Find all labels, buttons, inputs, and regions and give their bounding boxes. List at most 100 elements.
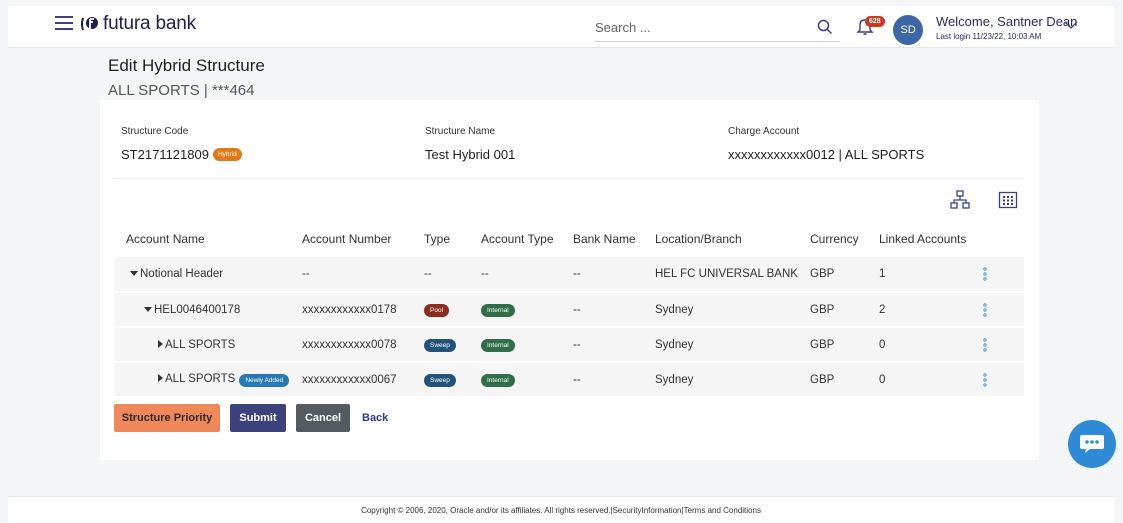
location: Sydney <box>655 303 694 316</box>
newly-added-tag: Newly Added <box>239 373 290 387</box>
col-currency: Currency <box>810 232 859 246</box>
table-row[interactable]: ALL SPORTS xxxxxxxxxxxx0078 Sweep Intern… <box>114 327 1024 362</box>
internal-tag: Internal <box>481 373 515 387</box>
row-actions-cell[interactable] <box>979 362 1024 397</box>
footer-text: Copyright © 2006, 2020, Oracle and/or it… <box>361 506 761 515</box>
grid-icon[interactable] <box>998 190 1018 210</box>
account-name: ALL SPORTS <box>165 338 236 351</box>
account-name-cell[interactable]: ALL SPORTS Newly Added <box>114 362 302 397</box>
account-name-cell[interactable]: HEL0046400178 <box>114 292 302 327</box>
last-login-text: Last login 11/23/22, 10:03 AM <box>936 32 1042 41</box>
hamburger-icon[interactable] <box>55 16 73 30</box>
location: HEL FC UNIVERSAL BANK <box>655 268 798 280</box>
structure-name-label: Structure Name <box>425 126 496 137</box>
col-linked-accounts: Linked Accounts <box>879 232 967 246</box>
sweep-tag: Sweep <box>424 373 456 387</box>
account-name-cell[interactable]: ALL SPORTS <box>114 327 302 362</box>
structure-code-text: ST2171121809 <box>121 147 209 162</box>
table-row[interactable]: Notional Header -- -- -- -- HEL FC UNIVE… <box>114 257 1024 292</box>
linked-accounts: 2 <box>879 303 886 316</box>
footer: Copyright © 2006, 2020, Oracle and/or it… <box>8 496 1114 523</box>
search-input[interactable] <box>595 16 805 38</box>
account-number: xxxxxxxxxxxx0178 <box>302 303 397 316</box>
structure-priority-button[interactable]: Structure Priority <box>114 404 220 432</box>
row-actions-cell[interactable] <box>979 292 1024 327</box>
col-location: Location/Branch <box>655 232 742 246</box>
account-name: ALL SPORTS <box>165 372 236 385</box>
hierarchy-icon[interactable] <box>950 190 970 210</box>
col-actions <box>979 221 1024 257</box>
page-title: Edit Hybrid Structure <box>108 56 265 75</box>
currency: GBP <box>810 373 835 386</box>
caret-down-icon[interactable] <box>130 271 138 276</box>
account-type-cell: Internal <box>481 362 573 397</box>
brand-name: futura bank <box>103 13 196 34</box>
kebab-icon[interactable] <box>983 337 987 352</box>
currency: GBP <box>810 268 835 280</box>
account-number: xxxxxxxxxxxx0078 <box>302 338 397 351</box>
chat-icon <box>1080 435 1104 453</box>
search-icon[interactable] <box>816 18 834 36</box>
account-type: -- <box>481 268 489 280</box>
welcome-text: Welcome, Santner Dean <box>936 14 1078 29</box>
kebab-icon[interactable] <box>983 302 987 317</box>
caret-right-icon[interactable] <box>158 339 163 348</box>
bank-name: -- <box>573 303 581 316</box>
back-link[interactable]: Back <box>362 404 388 432</box>
internal-tag: Internal <box>481 338 515 352</box>
structure-code-label: Structure Code <box>121 126 189 137</box>
page-subtitle: ALL SPORTS | ***464 <box>108 82 255 99</box>
account-name-cell[interactable]: Notional Header <box>114 257 302 292</box>
row-actions-cell[interactable] <box>979 257 1024 292</box>
account-name: Notional Header <box>140 268 224 280</box>
col-account-name: Account Name <box>126 232 205 246</box>
charge-account-label: Charge Account <box>728 126 800 137</box>
caret-right-icon[interactable] <box>158 373 163 382</box>
location: Sydney <box>655 373 694 386</box>
row-actions-cell[interactable] <box>979 327 1024 362</box>
linked-accounts: 0 <box>879 338 886 351</box>
notification-badge: 628 <box>865 16 885 27</box>
structure-card: Structure Code ST2171121809 Hybrid Struc… <box>100 100 1039 460</box>
col-account-type: Account Type <box>481 232 554 246</box>
submit-button[interactable]: Submit <box>230 404 286 432</box>
brand-logo[interactable]: futura bank <box>80 13 196 35</box>
futura-logo-icon <box>81 17 98 31</box>
type-cell: Sweep <box>424 362 481 397</box>
kebab-icon[interactable] <box>983 267 987 281</box>
caret-down-icon[interactable] <box>144 306 152 312</box>
bank-name: -- <box>573 268 581 280</box>
account-type-cell: Internal <box>481 327 573 362</box>
col-account-number: Account Number <box>302 232 392 246</box>
search-bar <box>595 16 840 42</box>
table-row[interactable]: HEL0046400178 xxxxxxxxxxxx0178 Pool Inte… <box>114 292 1024 327</box>
linked-accounts: 1 <box>879 268 886 280</box>
type-cell: Pool <box>424 292 481 327</box>
chevron-down-icon[interactable] <box>1064 20 1078 30</box>
currency: GBP <box>810 338 835 351</box>
pool-tag: Pool <box>424 303 450 317</box>
top-header: futura bank 628 SD Welcome, Santner Dean… <box>8 6 1114 48</box>
col-bank-name: Bank Name <box>573 232 636 246</box>
type-cell: Sweep <box>424 327 481 362</box>
chat-button[interactable] <box>1068 420 1116 468</box>
bank-name: -- <box>573 338 581 351</box>
user-menu[interactable]: Welcome, Santner Dean Last login 11/23/2… <box>936 14 1077 41</box>
cancel-button[interactable]: Cancel <box>296 404 350 432</box>
accounts-table: Account Name Account Number Type Account… <box>114 221 1024 398</box>
linked-accounts: 0 <box>879 373 886 386</box>
bank-name: -- <box>573 373 581 386</box>
table-row[interactable]: ALL SPORTS Newly Added xxxxxxxxxxxx0067 S… <box>114 362 1024 397</box>
avatar[interactable]: SD <box>893 15 923 45</box>
structure-code-value: ST2171121809 Hybrid <box>121 147 242 162</box>
col-type: Type <box>424 232 451 246</box>
internal-tag: Internal <box>481 303 515 317</box>
account-type-cell: Internal <box>481 292 573 327</box>
account-name: HEL0046400178 <box>154 303 241 316</box>
divider <box>114 178 1024 179</box>
table-header-row: Account Name Account Number Type Account… <box>114 221 1024 257</box>
location: Sydney <box>655 338 694 351</box>
kebab-icon[interactable] <box>983 372 987 387</box>
type: -- <box>424 268 432 280</box>
sweep-tag: Sweep <box>424 338 456 352</box>
